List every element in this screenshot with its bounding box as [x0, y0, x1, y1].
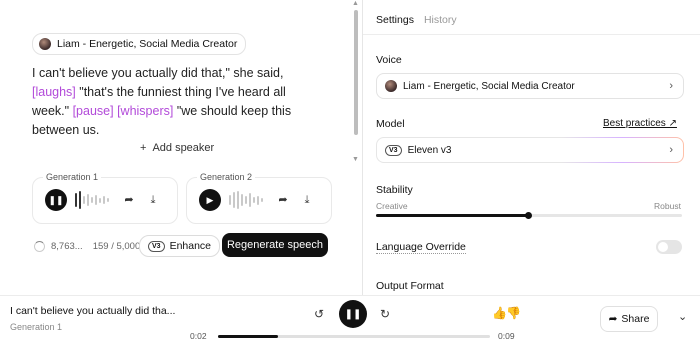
spinner-icon — [34, 240, 45, 252]
best-practices-link[interactable]: Best practices ↗ — [603, 118, 677, 129]
scroll-down-icon[interactable]: ▼ — [352, 156, 359, 163]
chevron-right-icon: › — [669, 80, 673, 92]
script-line: week." — [32, 104, 70, 118]
voice-value: Liam - Energetic, Social Media Creator — [403, 80, 575, 92]
thumbs-down-icon[interactable]: 👎 — [506, 306, 521, 320]
play-button[interactable]: ▶ — [199, 189, 221, 211]
play-icon: ▶ — [206, 194, 214, 205]
voice-avatar — [385, 80, 397, 92]
generation-label: Generation 2 — [197, 172, 256, 182]
player-subtitle: Generation 1 — [10, 322, 63, 332]
tab-settings[interactable]: Settings — [376, 14, 414, 26]
player-share-button[interactable]: ➦ Share — [600, 306, 658, 332]
chevron-down-icon[interactable]: ⌄ — [678, 310, 687, 323]
forward-icon[interactable]: ↻ — [380, 307, 390, 321]
language-override-toggle[interactable] — [656, 240, 682, 254]
tab-history[interactable]: History — [424, 14, 457, 26]
time-current: 0:02 — [190, 331, 207, 341]
stability-label: Stability — [376, 184, 413, 196]
script-line: between us. — [32, 123, 100, 137]
generation-card-2: Generation 2 ▶ ➦ ⤓ — [186, 172, 332, 224]
regenerate-label: Regenerate speech — [226, 239, 323, 251]
settings-tabs: Settings History — [376, 14, 457, 26]
script-line: "that's the funniest thing I've heard al… — [79, 85, 286, 99]
credits-count: 8,763... — [51, 240, 83, 252]
enhance-label: Enhance — [169, 240, 212, 252]
stability-slider-handle[interactable] — [525, 212, 532, 219]
generation-card-1: Generation 1 ❚❚ ➦ ⤓ — [32, 172, 178, 224]
stability-max-label: Robust — [654, 201, 681, 211]
stability-min-label: Creative — [376, 201, 408, 211]
model-label: Model — [376, 118, 405, 130]
waveform[interactable] — [75, 190, 109, 210]
share-icon[interactable]: ➦ — [123, 194, 135, 206]
playback-progress-fill — [218, 335, 278, 338]
time-total: 0:09 — [498, 331, 515, 341]
v3-badge: V3 — [148, 240, 165, 252]
character-count: 159 / 5,000 — [92, 240, 141, 252]
credits-row: 8,763... 159 / 5,000 — [34, 236, 140, 256]
audio-tag: [whispers] — [117, 104, 174, 118]
pause-icon: ❚❚ — [344, 308, 362, 320]
voice-select[interactable]: Liam - Energetic, Social Media Creator › — [376, 73, 684, 99]
speaker-chip-label: Liam - Energetic, Social Media Creator — [57, 38, 238, 50]
model-value: Eleven v3 — [407, 144, 452, 156]
scrollbar-thumb[interactable] — [354, 10, 358, 135]
script-line: "we should keep this — [176, 104, 292, 118]
rewind-icon[interactable]: ↺ — [314, 307, 324, 321]
audio-tag: [pause] — [72, 104, 114, 118]
script-line: I can't believe you actually did that," … — [32, 66, 284, 80]
download-icon[interactable]: ⤓ — [147, 194, 159, 206]
generation-label: Generation 1 — [43, 172, 102, 182]
stability-slider-fill — [376, 214, 529, 217]
voice-label: Voice — [376, 54, 402, 66]
speaker-chip[interactable]: Liam - Energetic, Social Media Creator — [32, 33, 247, 55]
waveform[interactable] — [229, 190, 263, 210]
pause-icon: ❚❚ — [48, 194, 64, 205]
add-speaker-label: Add speaker — [152, 142, 215, 154]
share-icon: ➦ — [608, 313, 618, 325]
share-label: Share — [621, 313, 650, 325]
player-divider — [0, 295, 700, 296]
enhance-button[interactable]: V3 Enhance — [139, 235, 221, 257]
plus-icon: + — [140, 142, 147, 154]
download-icon[interactable]: ⤓ — [301, 194, 313, 206]
audio-tag: [laughs] — [32, 85, 76, 99]
share-icon[interactable]: ➦ — [277, 194, 289, 206]
output-format-label: Output Format — [376, 280, 444, 292]
add-speaker-button[interactable]: + Add speaker — [140, 142, 214, 154]
v3-badge: V3 — [385, 144, 402, 156]
chevron-right-icon: › — [669, 144, 673, 156]
voice-avatar — [39, 38, 51, 50]
panel-divider — [362, 0, 363, 295]
player-pause-button[interactable]: ❚❚ — [339, 300, 367, 328]
model-select[interactable]: V3 Eleven v3 › — [376, 137, 684, 163]
player-title: I can't believe you actually did tha... — [10, 305, 176, 317]
regenerate-button[interactable]: Regenerate speech — [222, 233, 328, 257]
pause-button[interactable]: ❚❚ — [45, 189, 67, 211]
scroll-up-icon[interactable]: ▲ — [352, 0, 359, 7]
script-text[interactable]: I can't believe you actually did that," … — [32, 64, 332, 140]
thumbs-up-icon[interactable]: 👍 — [492, 306, 507, 320]
language-override-text: Language Override — [376, 241, 466, 254]
language-override-label: Language Override — [376, 241, 466, 254]
tabs-divider — [363, 34, 700, 35]
